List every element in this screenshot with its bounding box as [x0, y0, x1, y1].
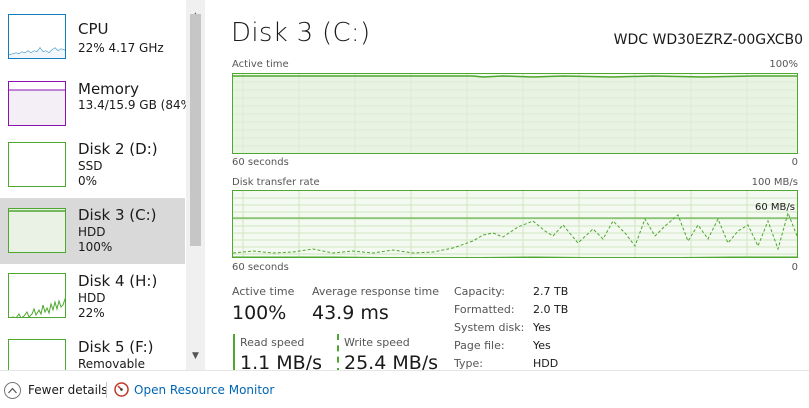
sidebar-item-disk-4[interactable]: Disk 4 (H:) HDD 22%: [0, 264, 185, 330]
read-speed-line: [233, 256, 797, 257]
disk2-thumbnail-graph: [8, 142, 66, 187]
disk4-thumbnail-graph: [8, 273, 66, 318]
formatted-label: Formatted:: [454, 303, 515, 316]
sidebar-item-name: Memory: [78, 80, 140, 98]
sidebar-item-memory[interactable]: Memory 13.4/15.9 GB (84%): [0, 68, 197, 134]
page-title: Disk 3 (C:): [231, 18, 371, 48]
sidebar-item-cpu[interactable]: CPU 22% 4.17 GHz: [0, 2, 185, 68]
sidebar-scrollbar[interactable]: ▲ ▼: [186, 0, 205, 370]
sidebar-item-disk-5[interactable]: Disk 5 (F:) Removable: [0, 330, 185, 370]
sidebar-item-detail: Removable: [78, 357, 146, 370]
footer-divider: [106, 382, 107, 398]
page-file-label: Page file:: [454, 339, 505, 352]
sidebar-item-detail: HDD: [78, 225, 106, 239]
open-resource-monitor-link[interactable]: Open Resource Monitor: [134, 383, 274, 397]
active-time-graph: [232, 73, 798, 154]
write-speed-legend-bar: [337, 334, 339, 370]
active-time-graph-label: Active time: [232, 59, 289, 70]
transfer-rate-graph-max: 100 MB/s: [751, 177, 798, 188]
scroll-down-icon[interactable]: ▼: [186, 348, 205, 365]
write-speed-value: 25.4 MB/s: [344, 352, 439, 370]
capacity-label: Capacity:: [454, 285, 505, 298]
transfer-rate-zero: 0: [791, 262, 798, 273]
disk-detail-panel: Disk 3 (C:) WDC WD30EZRZ-00GXCB0 Active …: [205, 0, 809, 370]
memory-sparkline: [9, 89, 65, 125]
read-speed-value: 1.1 MB/s: [240, 352, 322, 370]
capacity-value: 2.7 TB: [533, 285, 569, 298]
sidebar-item-name: Disk 3 (C:): [78, 206, 157, 224]
cpu-sparkline: [9, 47, 65, 58]
active-time-graph-max: 100%: [769, 59, 798, 70]
disk-model: WDC WD30EZRZ-00GXCB0: [613, 32, 803, 48]
sidebar-item-name: Disk 4 (H:): [78, 272, 158, 290]
write-speed-label: Write speed: [344, 336, 410, 349]
active-time-stat-label: Active time: [232, 285, 295, 298]
sidebar-item-detail: 13.4/15.9 GB (84%): [78, 98, 197, 112]
fewer-details-button[interactable]: Fewer details: [28, 383, 108, 397]
sidebar-item-detail: SSD: [78, 159, 103, 173]
disk3-sparkline: [9, 210, 65, 212]
transfer-rate-graph: [232, 190, 798, 258]
sidebar-item-disk-3[interactable]: Disk 3 (C:) HDD 100%: [0, 198, 185, 264]
type-value: HDD: [533, 357, 559, 370]
active-time-fill: [233, 76, 797, 153]
transfer-rate-graph-label: Disk transfer rate: [232, 177, 320, 188]
active-time-stat-value: 100%: [232, 302, 287, 324]
system-disk-value: Yes: [533, 321, 551, 334]
disk3-thumbnail-graph: [8, 208, 66, 253]
sidebar-item-name: CPU: [78, 20, 109, 38]
transfer-rate-secondary-scale: 60 MB/s: [755, 202, 795, 213]
cpu-thumbnail-graph: [8, 14, 66, 59]
type-label: Type:: [454, 357, 483, 370]
sidebar-item-name: Disk 5 (F:): [78, 338, 154, 356]
system-disk-label: System disk:: [454, 321, 525, 334]
scrollbar-thumb[interactable]: [190, 14, 201, 246]
sidebar-item-detail: 22% 4.17 GHz: [78, 41, 164, 55]
sidebar-item-detail: HDD: [78, 291, 106, 305]
sidebar: CPU 22% 4.17 GHz Memory 13.4/15.9 GB (84…: [0, 0, 205, 370]
active-time-span: 60 seconds: [232, 157, 289, 168]
transfer-rate-plot: [233, 191, 797, 257]
memory-thumbnail-graph: [8, 81, 66, 126]
sidebar-item-disk-2[interactable]: Disk 2 (D:) SSD 0%: [0, 134, 185, 200]
chevron-up-icon[interactable]: [4, 382, 21, 399]
sidebar-item-usage: 0%: [78, 174, 98, 188]
sidebar-item-name: Disk 2 (D:): [78, 140, 158, 158]
sidebar-item-usage: 22%: [78, 306, 105, 320]
avg-response-stat-label: Average response time: [312, 285, 439, 298]
transfer-rate-span: 60 seconds: [232, 262, 289, 273]
footer-bar: Fewer details Open Resource Monitor: [0, 370, 809, 408]
active-time-zero: 0: [791, 157, 798, 168]
avg-response-stat-value: 43.9 ms: [312, 302, 389, 324]
sidebar-item-usage: 100%: [78, 240, 113, 254]
read-speed-label: Read speed: [240, 336, 305, 349]
disk4-sparkline: [10, 297, 65, 317]
read-speed-legend-bar: [233, 334, 235, 370]
disk5-thumbnail-graph: [8, 339, 66, 370]
page-file-value: Yes: [533, 339, 551, 352]
active-time-plot: [233, 74, 797, 153]
resource-monitor-icon[interactable]: [114, 382, 129, 397]
formatted-value: 2.0 TB: [533, 303, 569, 316]
